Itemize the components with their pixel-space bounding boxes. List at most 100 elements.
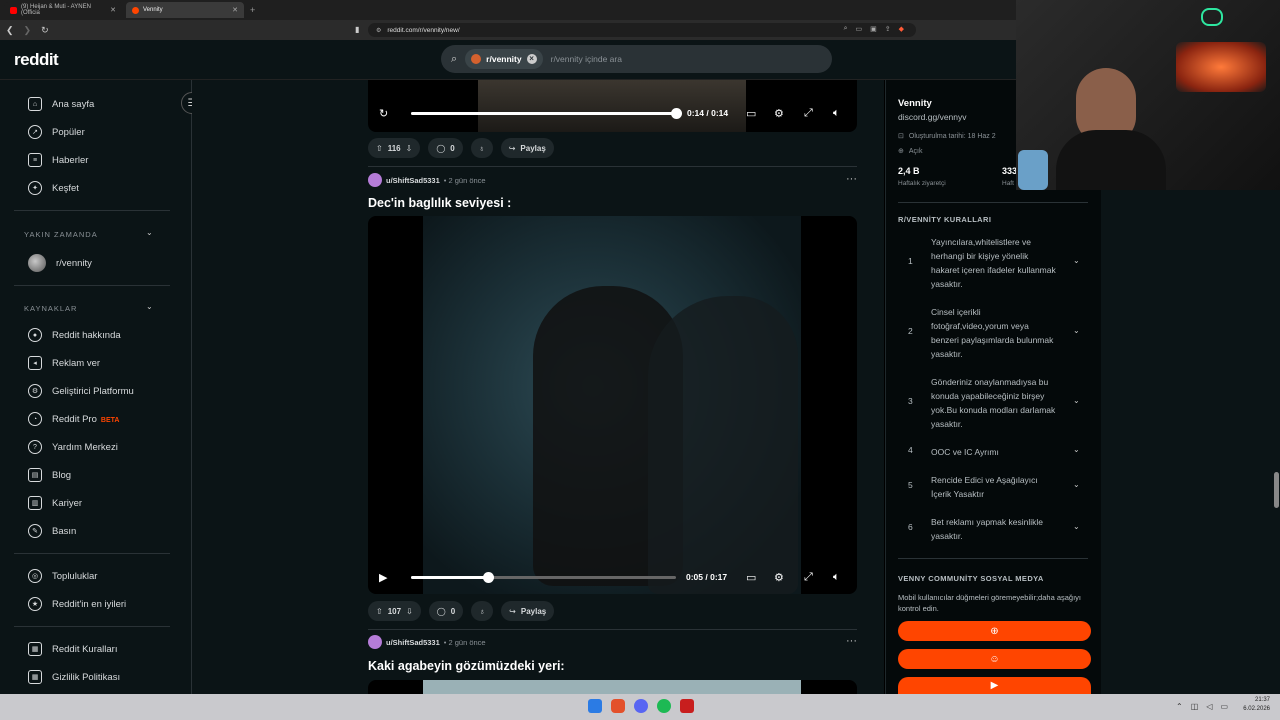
browser-tab-vennity[interactable]: Vennity ✕: [126, 2, 244, 18]
site-info-icon[interactable]: ⚙: [376, 27, 381, 34]
network-icon[interactable]: ◫: [1191, 702, 1199, 711]
chevron-down-icon[interactable]: ⌄: [1073, 326, 1080, 335]
progress-handle[interactable]: [483, 571, 495, 583]
user-avatar[interactable]: [368, 635, 382, 649]
recent-header[interactable]: YAKIN ZAMANDA: [24, 230, 98, 239]
chevron-up-icon[interactable]: ⌄: [146, 302, 153, 311]
scrollbar-thumb[interactable]: [1274, 472, 1279, 508]
nav-developer-platform[interactable]: ⚙ Geliştirici Platformu: [28, 384, 134, 398]
user-avatar[interactable]: [368, 173, 382, 187]
fullscreen-icon[interactable]: ⤢: [804, 571, 813, 584]
nav-help-center[interactable]: ? Yardım Merkezi: [28, 440, 118, 454]
screen-icon[interactable]: ▭: [855, 25, 862, 33]
back-icon[interactable]: ❮: [6, 25, 14, 36]
nav-press[interactable]: ✎ Basın: [28, 524, 76, 538]
nav-explore[interactable]: ✦ Keşfet: [28, 181, 79, 195]
nav-home[interactable]: ⌂ Ana sayfa: [28, 97, 94, 111]
forward-icon[interactable]: ❯: [24, 25, 32, 36]
reddit-logo[interactable]: reddit: [14, 50, 59, 70]
close-icon[interactable]: ✕: [110, 6, 116, 14]
youtube-link-button[interactable]: ▶: [898, 677, 1091, 694]
share-icon[interactable]: ⇪: [885, 25, 891, 33]
volume-icon[interactable]: 🔈︎: [833, 107, 840, 120]
rule-item[interactable]: 5 Rencide Edici ve Aşağılayıcı İçerik Ya…: [908, 473, 1084, 501]
upvote-icon[interactable]: ⇧: [376, 607, 383, 616]
address-bar[interactable]: ⚙ reddit.com/r/vennity/new/: [368, 23, 916, 37]
nav-news[interactable]: ≡ Haberler: [28, 153, 88, 167]
battery-icon[interactable]: ▭: [1220, 702, 1228, 711]
nav-communities[interactable]: ◎ Topluluklar: [28, 569, 97, 583]
clear-chip-icon[interactable]: ×: [526, 54, 537, 64]
rule-item[interactable]: 1 Yayıncılara,whitelistlere ve herhangi …: [908, 235, 1084, 291]
post-author[interactable]: u/ShiftSad5331: [386, 176, 440, 185]
award-button[interactable]: ♁: [471, 601, 494, 621]
media-icon[interactable]: [680, 699, 694, 713]
website-link-button[interactable]: ⊕: [898, 621, 1091, 641]
brave-icon[interactable]: [611, 699, 625, 713]
chevron-up-icon[interactable]: ⌄: [146, 228, 153, 237]
award-button[interactable]: ♁: [470, 138, 493, 158]
chevron-down-icon[interactable]: ⌄: [1073, 522, 1080, 531]
volume-icon[interactable]: ◁: [1206, 702, 1212, 711]
post-title[interactable]: Dec'in baglılık seviyesi :: [368, 196, 511, 210]
video-player[interactable]: [368, 680, 857, 694]
video-player[interactable]: ▶ 0:05 / 0:17 ▭ ⚙ ⤢ 🔈︎: [368, 216, 857, 594]
downvote-icon[interactable]: ⇩: [406, 607, 413, 616]
downvote-icon[interactable]: ⇩: [406, 144, 413, 153]
chevron-down-icon[interactable]: ⌄: [1073, 396, 1080, 405]
post-title[interactable]: Kaki agabeyin gözümüzdeki yeri:: [368, 659, 565, 673]
chevron-down-icon[interactable]: ⌄: [1073, 256, 1080, 265]
discord-icon[interactable]: [634, 699, 648, 713]
new-tab-button[interactable]: +: [250, 5, 255, 15]
nav-popular[interactable]: ↗ Popüler: [28, 125, 85, 139]
nav-best-of-reddit[interactable]: ★ Reddit'in en iyileri: [28, 597, 126, 611]
share-button[interactable]: ↪ Paylaş: [500, 138, 554, 158]
pip-icon[interactable]: ▣: [870, 25, 877, 33]
video-player[interactable]: ↻ 0:14 / 0:14 ▭ ⚙ ⤢ 🔈︎: [368, 80, 857, 132]
search-input[interactable]: r/vennity içinde ara: [551, 54, 622, 64]
comments-button[interactable]: ◯ 0: [428, 601, 464, 621]
browser-tab-youtube[interactable]: (9) Heijan & Muti - AYNEN (Officia ✕: [4, 2, 122, 18]
fullscreen-icon[interactable]: ⤢: [804, 107, 813, 120]
replay-icon[interactable]: ↻: [379, 107, 388, 120]
discord-link-button[interactable]: ☺: [898, 649, 1091, 669]
nav-blog[interactable]: ▤ Blog: [28, 468, 71, 482]
clock[interactable]: 21:37 6.02.2026: [1243, 696, 1270, 714]
nav-privacy-policy[interactable]: ▦ Gizlilik Politikası: [28, 670, 120, 684]
share-button[interactable]: ↪ Paylaş: [501, 601, 555, 621]
nav-reddit-pro[interactable]: ◔ Reddit Pro BETA: [28, 412, 119, 426]
rule-item[interactable]: 3 Gönderiniz onaylanmadıysa bu konuda ya…: [908, 375, 1084, 431]
resources-header[interactable]: KAYNAKLAR: [24, 304, 77, 313]
nav-reddit-rules[interactable]: ▦ Reddit Kuralları: [28, 642, 117, 656]
more-options-icon[interactable]: ···: [846, 173, 857, 185]
chevron-down-icon[interactable]: ⌄: [1073, 445, 1080, 454]
nav-advertise[interactable]: ◂ Reklam ver: [28, 356, 100, 370]
settings-icon[interactable]: ⚙: [774, 107, 784, 120]
chevron-down-icon[interactable]: ⌄: [1073, 480, 1080, 489]
extension-icon[interactable]: ◆: [899, 25, 904, 33]
play-icon[interactable]: ▶: [379, 571, 387, 584]
comments-button[interactable]: ◯ 0: [428, 138, 463, 158]
rule-item[interactable]: 2 Cinsel içerikli fotoğraf,video,yorum v…: [908, 305, 1084, 361]
rule-item[interactable]: 4 OOC ve IC Ayrımı ⌄: [908, 445, 1084, 459]
zoom-icon[interactable]: ⌕: [844, 25, 848, 33]
spotify-icon[interactable]: [657, 699, 671, 713]
post-author[interactable]: u/ShiftSad5331: [386, 638, 440, 647]
search-bar[interactable]: ⌕ r/vennity × r/vennity içinde ara: [441, 45, 832, 73]
nav-careers[interactable]: ▥ Kariyer: [28, 496, 82, 510]
nav-about-reddit[interactable]: ● Reddit hakkında: [28, 328, 121, 342]
upvote-icon[interactable]: ⇧: [376, 144, 383, 153]
chevron-up-icon[interactable]: ⌃: [1176, 702, 1183, 711]
reload-icon[interactable]: ↻: [41, 25, 49, 36]
captions-icon[interactable]: ▭: [746, 107, 756, 120]
captions-icon[interactable]: ▭: [746, 571, 756, 584]
volume-icon[interactable]: 🔈︎: [833, 571, 840, 584]
rule-item[interactable]: 6 Bet reklamı yapmak kesinlikle yasaktır…: [908, 515, 1084, 543]
more-options-icon[interactable]: ···: [846, 635, 857, 647]
progress-handle[interactable]: [670, 107, 682, 119]
subreddit-chip[interactable]: r/vennity ×: [465, 49, 543, 69]
settings-icon[interactable]: ⚙: [774, 571, 784, 584]
close-icon[interactable]: ✕: [232, 6, 238, 14]
nav-recent-vennity[interactable]: r/vennity: [28, 254, 92, 272]
windows-start-icon[interactable]: [588, 699, 602, 713]
